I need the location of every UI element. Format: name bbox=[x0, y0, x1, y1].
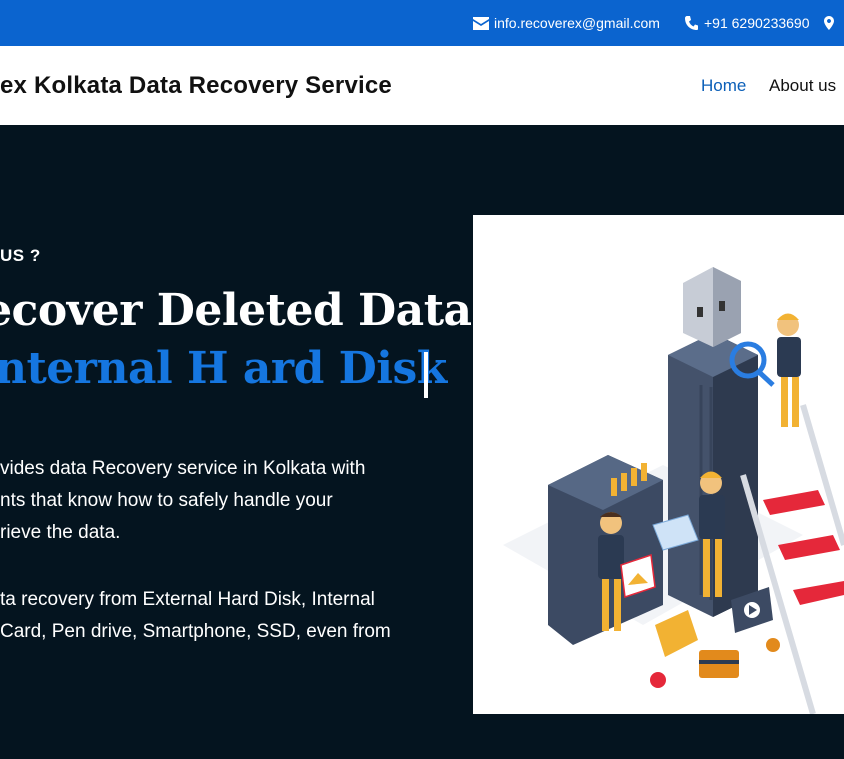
typing-cursor bbox=[424, 352, 428, 398]
hero-paragraph-2-line-2: Card, Pen drive, Smartphone, SSD, even f… bbox=[0, 621, 391, 642]
hero-paragraph-1-line-3: rieve the data. bbox=[0, 522, 121, 543]
site-header: ex Kolkata Data Recovery Service Home Ab… bbox=[0, 46, 844, 125]
nav-home[interactable]: Home bbox=[701, 46, 746, 125]
hero-headline-line2: m Internal H ard Disk bbox=[0, 343, 447, 394]
address-contact[interactable] bbox=[824, 0, 834, 46]
nav-about-us[interactable]: About us bbox=[769, 46, 836, 125]
phone-icon bbox=[685, 16, 698, 30]
hero-section: US ? Recover Deleted Data m Internal H a… bbox=[0, 125, 844, 759]
email-contact[interactable]: info.recoverex@gmail.com bbox=[473, 0, 660, 46]
phone-text: +91 6290233690 bbox=[704, 15, 810, 31]
email-text: info.recoverex@gmail.com bbox=[494, 15, 660, 31]
hero-illustration bbox=[473, 215, 844, 714]
map-pin-icon bbox=[824, 16, 834, 30]
hero-paragraph-1-line-2: nts that know how to safely handle your bbox=[0, 490, 333, 511]
top-contact-bar: info.recoverex@gmail.com +91 6290233690 bbox=[0, 0, 844, 46]
site-title[interactable]: ex Kolkata Data Recovery Service bbox=[0, 46, 392, 125]
hero-eyebrow: US ? bbox=[0, 246, 41, 265]
envelope-icon bbox=[473, 16, 489, 30]
phone-contact[interactable]: +91 6290233690 bbox=[685, 0, 810, 46]
hero-paragraph-2-line-1: ta recovery from External Hard Disk, Int… bbox=[0, 589, 375, 610]
hero-paragraph-1-line-1: vides data Recovery service in Kolkata w… bbox=[0, 458, 366, 479]
hero-headline-line1: Recover Deleted Data bbox=[0, 285, 472, 336]
data-recovery-illustration bbox=[503, 267, 844, 714]
